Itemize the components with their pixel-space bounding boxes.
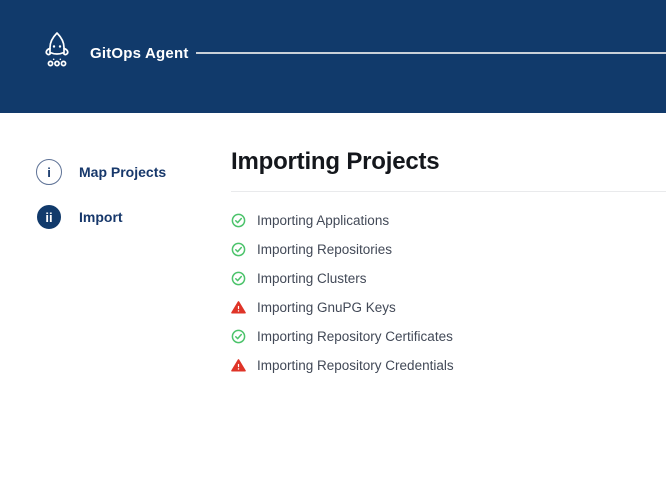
warning-triangle-icon bbox=[231, 358, 246, 373]
octopus-logo-icon bbox=[37, 30, 77, 74]
app-window: GitOps Agent i Map Projects ii Import Im… bbox=[0, 0, 666, 483]
import-status-row: Importing GnuPG Keys bbox=[231, 293, 666, 322]
import-status-label: Importing Applications bbox=[257, 213, 389, 228]
import-status-row: Importing Repository Credentials bbox=[231, 351, 666, 380]
step-marker-icon: ii bbox=[37, 205, 61, 229]
header-rule bbox=[196, 52, 666, 54]
import-status-row: Importing Repositories bbox=[231, 235, 666, 264]
import-status-row: Importing Applications bbox=[231, 206, 666, 235]
import-status-label: Importing Repository Credentials bbox=[257, 358, 454, 373]
import-status-label: Importing Clusters bbox=[257, 271, 367, 286]
brand-title: GitOps Agent bbox=[90, 0, 189, 113]
check-circle-icon bbox=[231, 213, 246, 228]
check-circle-icon bbox=[231, 242, 246, 257]
warning-triangle-icon bbox=[231, 300, 246, 315]
import-status-list: Importing Applications Importing Reposit… bbox=[231, 206, 666, 380]
page-title: Importing Projects bbox=[231, 148, 666, 176]
import-status-label: Importing GnuPG Keys bbox=[257, 300, 396, 315]
step-label: Map Projects bbox=[79, 164, 166, 180]
check-circle-icon bbox=[231, 329, 246, 344]
main-panel: Importing Projects Importing Application… bbox=[231, 148, 666, 380]
import-status-label: Importing Repositories bbox=[257, 242, 392, 257]
sidebar-step-import[interactable]: ii Import bbox=[36, 202, 216, 232]
import-status-row: Importing Repository Certificates bbox=[231, 322, 666, 351]
title-divider bbox=[231, 191, 666, 192]
wizard-sidebar: i Map Projects ii Import bbox=[36, 157, 216, 247]
app-header: GitOps Agent bbox=[0, 0, 666, 113]
import-status-row: Importing Clusters bbox=[231, 264, 666, 293]
step-label: Import bbox=[79, 209, 123, 225]
import-status-label: Importing Repository Certificates bbox=[257, 329, 453, 344]
sidebar-step-map-projects[interactable]: i Map Projects bbox=[36, 157, 216, 187]
check-circle-icon bbox=[231, 271, 246, 286]
step-marker-icon: i bbox=[36, 159, 62, 185]
